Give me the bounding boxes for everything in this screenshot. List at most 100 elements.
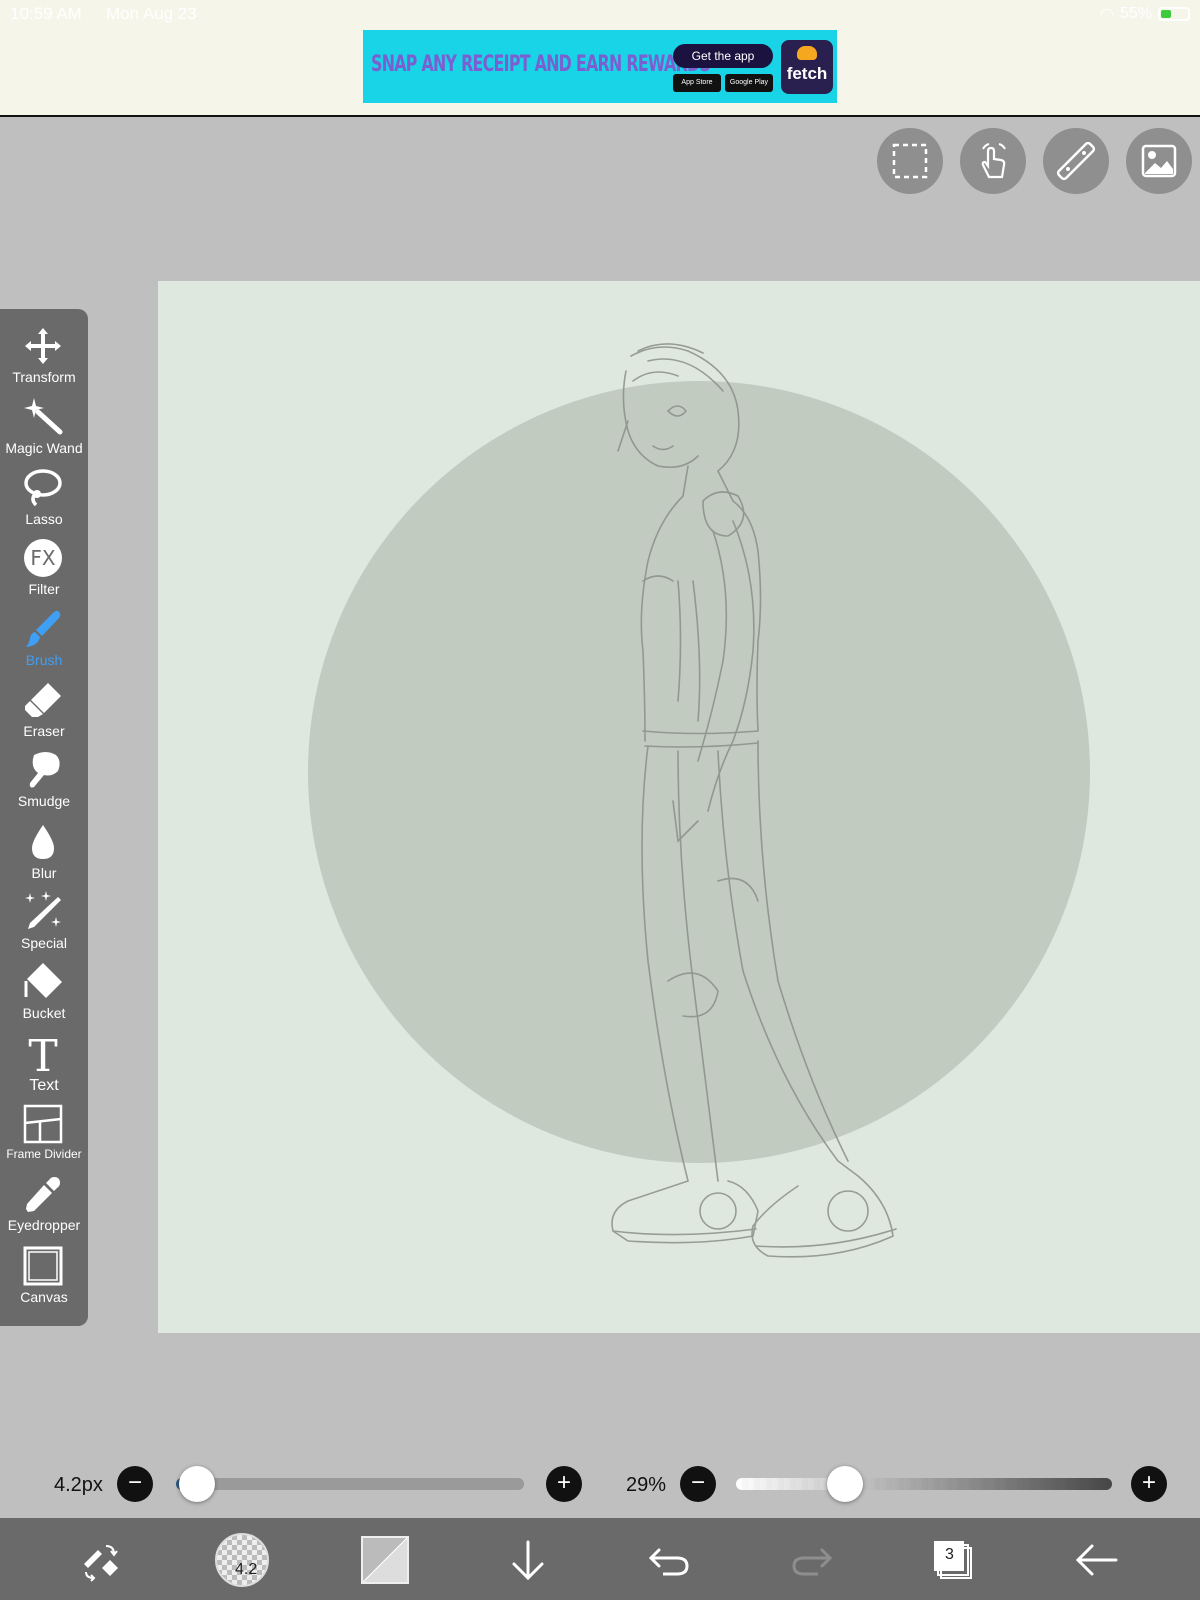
blur-icon (32, 825, 54, 859)
lasso-icon (24, 469, 62, 507)
back-arrow-icon (1075, 1544, 1118, 1576)
opacity-value: 29% (626, 1474, 667, 1496)
brush-size-slider[interactable] (176, 1478, 524, 1490)
brush-preview-value: 4.2 (235, 1561, 258, 1578)
ad-store-badges[interactable]: App Store Google Play (673, 74, 773, 92)
eraser-icon (25, 683, 61, 717)
opacity-slider[interactable] (736, 1478, 1112, 1490)
material-button[interactable] (1126, 128, 1192, 194)
dashed-rect-icon (892, 143, 928, 179)
tool-special[interactable]: Special (0, 889, 88, 959)
ad-get-app-button[interactable]: Get the app (673, 44, 773, 68)
opacity-decrease-button[interactable]: − (680, 1466, 716, 1502)
plus-icon: + (1141, 1469, 1156, 1496)
battery-icon (1158, 7, 1190, 21)
hand-tap-icon (981, 143, 1006, 179)
frame-divider-icon (23, 1104, 63, 1144)
tool-sidebar: Transform Magic Wand Lasso FX Filter Bru… (0, 309, 88, 1326)
swap-tool-button[interactable] (72, 1532, 128, 1588)
download-button[interactable] (500, 1532, 556, 1588)
tool-label: Special (21, 935, 67, 951)
tool-filter[interactable]: FX Filter (0, 535, 88, 605)
ad-banner[interactable]: SNAP ANY RECEIPT AND EARN REWARDS Get th… (363, 30, 837, 103)
ruler-button[interactable] (1043, 128, 1109, 194)
fx-icon: FX (24, 539, 62, 577)
brush-preview-button[interactable]: 4.2 (214, 1532, 270, 1588)
plus-icon: + (556, 1469, 571, 1496)
tool-frame-divider[interactable]: Frame Divider (0, 1101, 88, 1171)
image-icon (1141, 144, 1177, 178)
tool-magic-wand[interactable]: Magic Wand (0, 394, 88, 464)
tool-label: Eyedropper (7, 1217, 81, 1233)
tool-text[interactable]: T Text (0, 1031, 88, 1101)
google-play-badge[interactable]: Google Play (725, 74, 773, 92)
tool-eyedropper[interactable]: Eyedropper (0, 1171, 88, 1241)
brush-icon (26, 610, 61, 647)
tool-brush[interactable]: Brush (0, 606, 88, 676)
special-icon (25, 891, 61, 929)
redo-button[interactable] (784, 1532, 840, 1588)
brush-sliders: 4.2px − + 29% − + (0, 1462, 1200, 1512)
size-decrease-button[interactable]: − (117, 1466, 153, 1502)
tool-label: Smudge (17, 793, 71, 809)
bucket-icon (24, 963, 62, 998)
redo-icon (792, 1548, 833, 1576)
hand-button[interactable] (960, 128, 1026, 194)
background-circle (308, 381, 1090, 1163)
tool-lasso[interactable]: Lasso (0, 465, 88, 535)
text-icon: T (28, 1033, 57, 1075)
undo-icon (648, 1548, 689, 1576)
smudge-icon (29, 752, 60, 788)
tool-eraser[interactable]: Eraser (0, 677, 88, 747)
selection-button[interactable] (877, 128, 943, 194)
brush-preview-icon: 4.2 (215, 1533, 269, 1587)
svg-text:FX: FX (30, 546, 56, 570)
ad-brand-logo[interactable]: fetch (781, 40, 833, 94)
tool-blur[interactable]: Blur (0, 819, 88, 889)
tool-label: Text (29, 1077, 59, 1094)
layers-count: 3 (945, 1546, 954, 1563)
app-store-badge[interactable]: App Store (673, 74, 721, 92)
brush-size-value: 4.2px (54, 1474, 103, 1496)
size-increase-button[interactable]: + (546, 1466, 582, 1502)
tool-label: Blur (31, 865, 57, 881)
tool-label: Eraser (23, 723, 65, 739)
magic-wand-icon (24, 398, 63, 435)
ad-brand-name: fetch (786, 64, 828, 83)
bottom-toolbar: 4.2 3 (0, 1518, 1200, 1600)
ad-banner-area: 10:59 AM Mon Aug 23 ◠ 55% SNAP ANY RECEI… (0, 0, 1200, 117)
tool-label: Lasso (25, 511, 63, 527)
swap-tool-icon (84, 1545, 118, 1582)
status-indicators: ◠ 55% (1100, 4, 1190, 24)
brush-size-knob[interactable] (178, 1466, 215, 1502)
status-time: 10:59 AM (10, 4, 82, 23)
canvas-icon (23, 1246, 63, 1286)
minus-icon: − (690, 1469, 705, 1496)
tool-label: Magic Wand (5, 440, 83, 456)
tool-bucket[interactable]: Bucket (0, 959, 88, 1029)
minus-icon: − (127, 1469, 142, 1496)
ad-headline: SNAP ANY RECEIPT AND EARN REWARDS (371, 52, 711, 77)
opacity-increase-button[interactable]: + (1131, 1466, 1167, 1502)
transform-icon (25, 328, 61, 364)
opacity-knob[interactable] (827, 1466, 864, 1502)
tool-label: Brush (25, 652, 63, 668)
sketch-artwork (308, 343, 1090, 1258)
download-arrow-icon (512, 1540, 544, 1581)
tool-label: Bucket (22, 1005, 66, 1021)
undo-button[interactable] (641, 1532, 697, 1588)
color-swatch-icon (361, 1536, 409, 1584)
svg-text:T: T (28, 1033, 57, 1075)
tool-label: Transform (12, 369, 76, 385)
tool-smudge[interactable]: Smudge (0, 747, 88, 817)
tool-transform[interactable]: Transform (0, 323, 88, 393)
back-button[interactable] (1068, 1532, 1124, 1588)
color-button[interactable] (357, 1532, 413, 1588)
tool-label: Frame Divider (6, 1147, 82, 1161)
layers-button[interactable]: 3 (925, 1532, 981, 1588)
tool-canvas[interactable]: Canvas (0, 1243, 88, 1313)
drawing-canvas[interactable] (158, 281, 1200, 1333)
wifi-icon: ◠ (1100, 6, 1114, 23)
dog-logo-icon (797, 46, 817, 60)
tool-label: Filter (28, 581, 60, 597)
